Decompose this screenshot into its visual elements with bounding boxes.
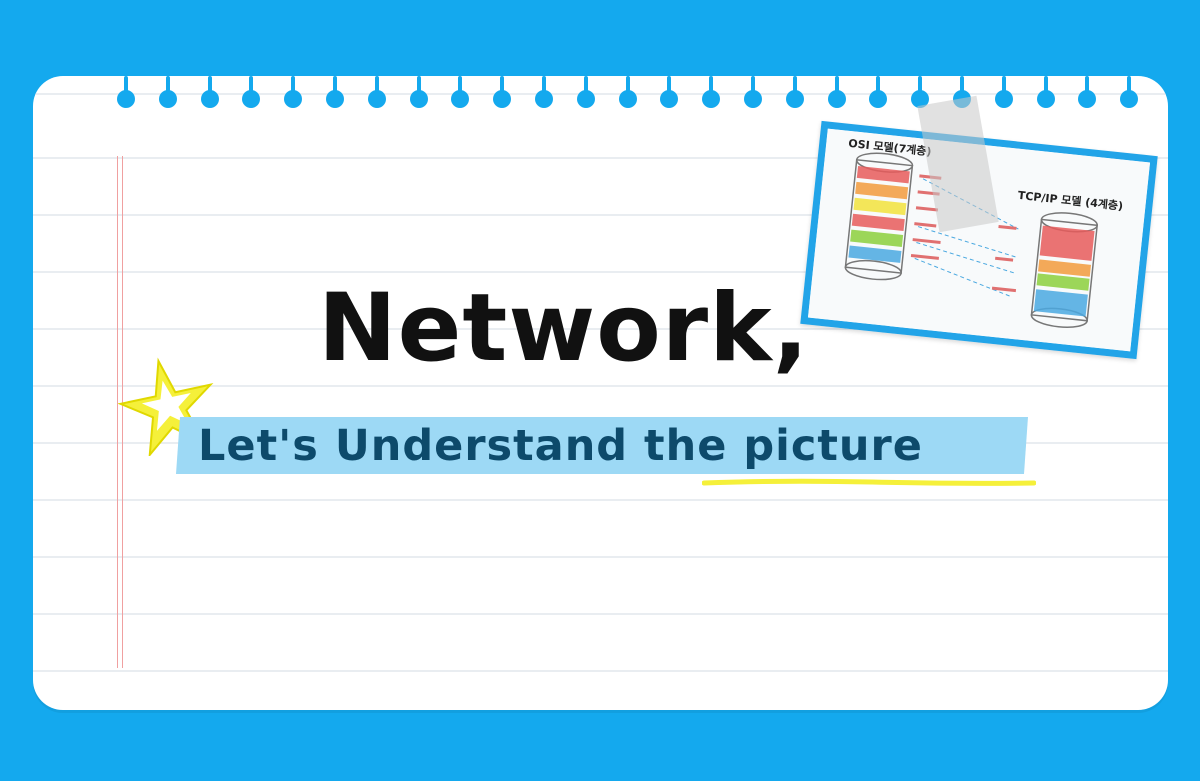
page-subtitle: Let's Understand the picture (198, 421, 923, 471)
page-title: Network, (318, 274, 810, 383)
highlight-underline (702, 478, 1036, 486)
